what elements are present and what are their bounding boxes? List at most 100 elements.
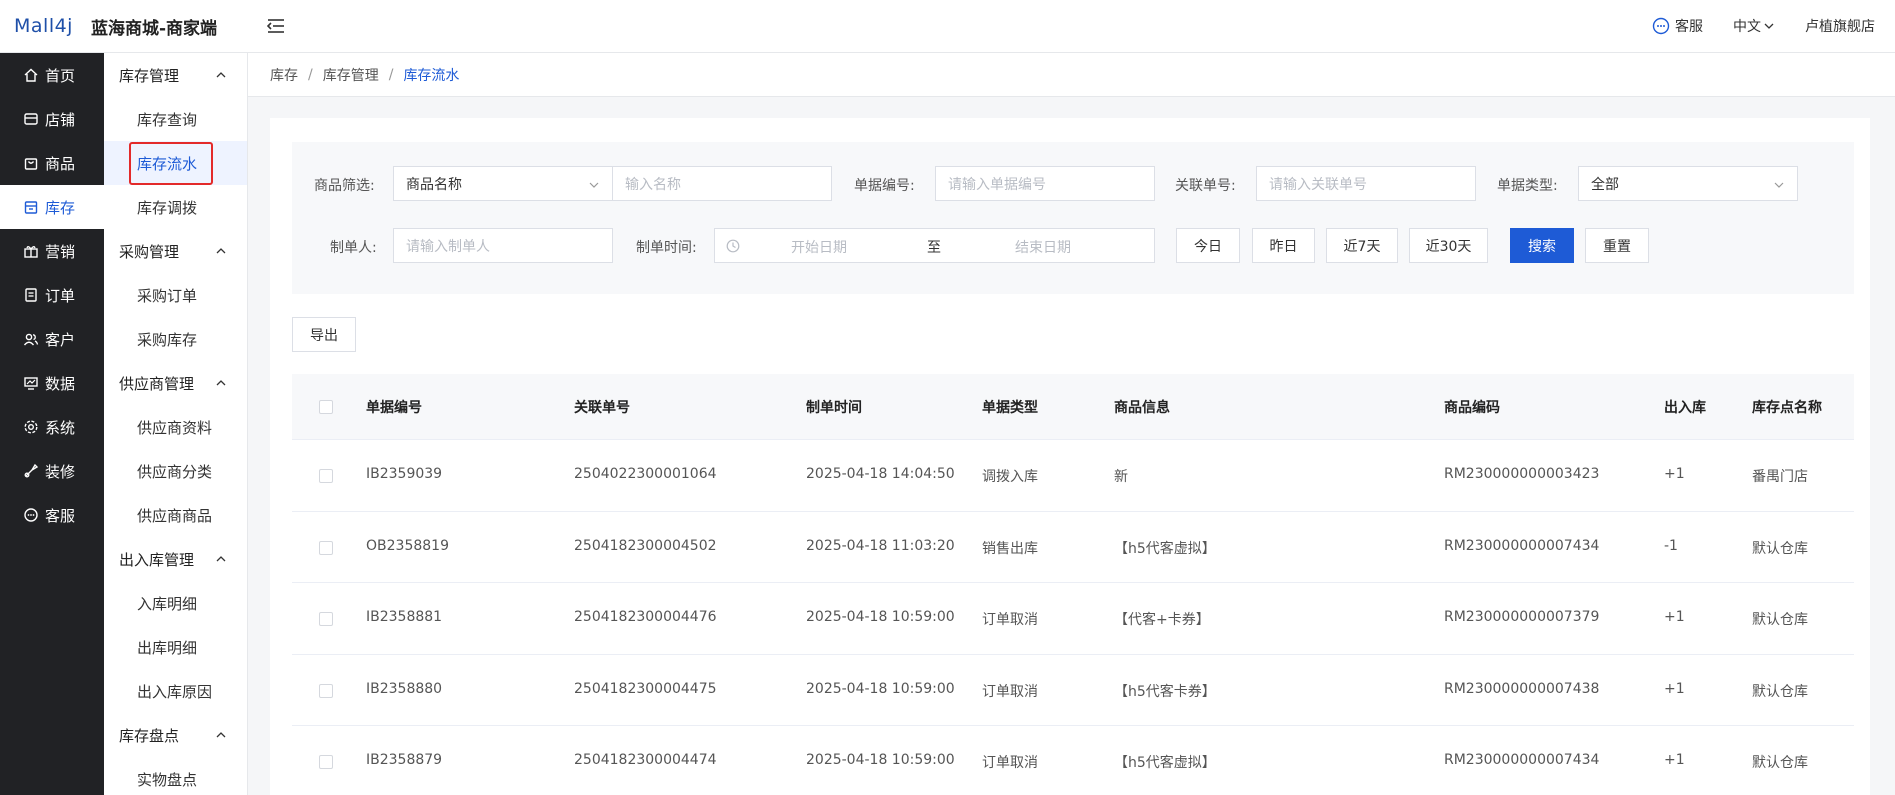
cell-time: 2025-04-18 14:04:50 bbox=[806, 466, 955, 482]
nav-item-label: 供应商资料 bbox=[137, 418, 213, 437]
cell-location: 默认仓库 bbox=[1752, 540, 1808, 557]
stock-flow-table: 单据编号 关联单号 制单时间 单据类型 商品信息 商品编码 出入库 库存点名称 … bbox=[292, 374, 1854, 795]
nav-customers[interactable]: 客户 bbox=[0, 317, 104, 361]
nav-group-purchase-management[interactable]: 采购管理 bbox=[104, 229, 247, 273]
nav-item-inout-reasons[interactable]: 出入库原因 bbox=[104, 669, 247, 713]
date-range-picker[interactable]: 开始日期 至 结束日期 bbox=[714, 228, 1155, 263]
nav-decoration[interactable]: 装修 bbox=[0, 449, 104, 493]
top-header: Mall4j 蓝海商城-商家端 客服 中文 卢植旗舰店 bbox=[0, 0, 1895, 53]
nav-group-supplier-management[interactable]: 供应商管理 bbox=[104, 361, 247, 405]
nav-group-inventory-management[interactable]: 库存管理 bbox=[104, 53, 247, 97]
row-checkbox[interactable] bbox=[319, 755, 333, 769]
nav-item-supplier-category[interactable]: 供应商分类 bbox=[104, 449, 247, 493]
nav-item-stock-transfer[interactable]: 库存调拨 bbox=[104, 185, 247, 229]
nav-home[interactable]: 首页 bbox=[0, 53, 104, 97]
doc-no-input[interactable]: 请输入单据编号 bbox=[935, 166, 1155, 201]
chevron-up-icon bbox=[216, 380, 226, 386]
nav-item-physical-count[interactable]: 实物盘点 bbox=[104, 757, 247, 795]
nav-group-stocktaking[interactable]: 库存盘点 bbox=[104, 713, 247, 757]
cell-time: 2025-04-18 10:59:00 bbox=[806, 680, 955, 697]
cell-location: 默认仓库 bbox=[1752, 612, 1808, 628]
gift-icon bbox=[24, 246, 38, 258]
nav-item-outbound-detail[interactable]: 出库明细 bbox=[104, 625, 247, 669]
related-no-input[interactable]: 请输入关联单号 bbox=[1256, 166, 1476, 201]
row-checkbox[interactable] bbox=[319, 683, 333, 698]
nav-item-stock-flow[interactable]: 库存流水 bbox=[104, 141, 247, 185]
nav-decoration-label: 装修 bbox=[45, 462, 76, 481]
doc-type-select[interactable]: 全部 bbox=[1578, 166, 1798, 201]
chevron-down-icon bbox=[1764, 23, 1774, 29]
cell-doc-type: 订单取消 bbox=[982, 755, 1038, 771]
row-checkbox[interactable] bbox=[319, 540, 333, 555]
nav-item-purchase-orders[interactable]: 采购订单 bbox=[104, 273, 247, 317]
nav-item-label: 库存查询 bbox=[137, 110, 198, 129]
product-name-input[interactable]: 输入名称 bbox=[612, 166, 832, 201]
end-date-placeholder[interactable]: 结束日期 bbox=[1015, 237, 1071, 257]
range-separator: 至 bbox=[927, 240, 941, 256]
home-icon bbox=[24, 68, 38, 82]
nav-service[interactable]: 客服 bbox=[0, 493, 104, 537]
nav-item-label: 供应商商品 bbox=[137, 506, 213, 525]
breadcrumb-item[interactable]: 库存管理 bbox=[323, 65, 379, 85]
nav-item-label: 采购库存 bbox=[137, 330, 198, 349]
chevron-up-icon bbox=[216, 72, 226, 78]
cell-doc-no: IB2358880 bbox=[366, 680, 443, 697]
cell-product-code: RM230000000007379 bbox=[1444, 609, 1600, 625]
nav-item-purchase-stock[interactable]: 采购库存 bbox=[104, 317, 247, 361]
nav-group-label: 库存管理 bbox=[119, 66, 180, 85]
search-button[interactable]: 搜索 bbox=[1510, 228, 1574, 263]
primary-nav: 首页 店铺 商品 库存 营销 订单 客户 数据 系统 装修 客服 bbox=[0, 53, 104, 795]
select-all-checkbox[interactable] bbox=[319, 400, 333, 414]
cell-time: 2025-04-18 10:59:00 bbox=[806, 752, 955, 768]
cell-product-info: 【h5代客虚拟】 bbox=[1114, 540, 1216, 557]
nav-system[interactable]: 系统 bbox=[0, 405, 104, 449]
nav-item-inbound-detail[interactable]: 入库明细 bbox=[104, 581, 247, 625]
store-name[interactable]: 卢植旗舰店 bbox=[1805, 16, 1875, 36]
users-icon bbox=[23, 333, 39, 346]
cell-location: 番禺门店 bbox=[1752, 469, 1808, 485]
nav-inventory[interactable]: 库存 bbox=[0, 185, 104, 229]
breadcrumb-item[interactable]: 库存 bbox=[270, 65, 298, 85]
table-header: 单据编号 关联单号 制单时间 单据类型 商品信息 商品编码 出入库 库存点名称 bbox=[292, 374, 1854, 440]
last-30-days-button[interactable]: 近30天 bbox=[1409, 228, 1488, 263]
nav-store[interactable]: 店铺 bbox=[0, 97, 104, 141]
row-checkbox[interactable] bbox=[319, 612, 333, 626]
product-filter-select[interactable]: 商品名称 bbox=[393, 166, 613, 201]
cell-location: 默认仓库 bbox=[1752, 683, 1808, 700]
search-label: 搜索 bbox=[1528, 238, 1556, 255]
nav-group-inout-management[interactable]: 出入库管理 bbox=[104, 537, 247, 581]
nav-item-supplier-products[interactable]: 供应商商品 bbox=[104, 493, 247, 537]
cell-in-out: -1 bbox=[1664, 537, 1678, 554]
row-checkbox[interactable] bbox=[319, 469, 333, 483]
reset-button[interactable]: 重置 bbox=[1585, 228, 1649, 263]
yesterday-label: 昨日 bbox=[1269, 238, 1298, 255]
today-button[interactable]: 今日 bbox=[1176, 228, 1240, 263]
language-select[interactable]: 中文 bbox=[1733, 16, 1775, 36]
product-name-placeholder: 输入名称 bbox=[625, 176, 681, 193]
nav-item-label: 出库明细 bbox=[137, 638, 198, 657]
cell-product-info: 【h5代客虚拟】 bbox=[1114, 755, 1216, 771]
chart-icon bbox=[24, 377, 38, 390]
nav-orders[interactable]: 订单 bbox=[0, 273, 104, 317]
nav-products[interactable]: 商品 bbox=[0, 141, 104, 185]
chevron-down-icon bbox=[1774, 182, 1784, 188]
nav-item-supplier-info[interactable]: 供应商资料 bbox=[104, 405, 247, 449]
creator-input[interactable]: 请输入制单人 bbox=[393, 228, 613, 263]
collapse-menu-icon[interactable] bbox=[265, 15, 287, 37]
inventory-icon bbox=[24, 201, 38, 214]
logo[interactable]: Mall4j 蓝海商城-商家端 bbox=[0, 14, 217, 39]
last-7-days-button[interactable]: 近7天 bbox=[1326, 228, 1398, 263]
cell-product-info: 【代客+卡券】 bbox=[1114, 612, 1210, 628]
nav-data[interactable]: 数据 bbox=[0, 361, 104, 405]
nav-store-label: 店铺 bbox=[45, 110, 76, 129]
cell-in-out: +1 bbox=[1664, 752, 1685, 768]
export-button[interactable]: 导出 bbox=[292, 317, 356, 352]
creator-placeholder: 请输入制单人 bbox=[406, 238, 490, 255]
customer-service-link[interactable]: 客服 bbox=[1652, 16, 1703, 36]
nav-marketing-label: 营销 bbox=[45, 242, 76, 261]
yesterday-button[interactable]: 昨日 bbox=[1252, 228, 1315, 263]
start-date-placeholder[interactable]: 开始日期 bbox=[791, 237, 847, 257]
doc-type-label: 单据类型: bbox=[1497, 178, 1558, 194]
nav-item-stock-query[interactable]: 库存查询 bbox=[104, 97, 247, 141]
nav-marketing[interactable]: 营销 bbox=[0, 229, 104, 273]
